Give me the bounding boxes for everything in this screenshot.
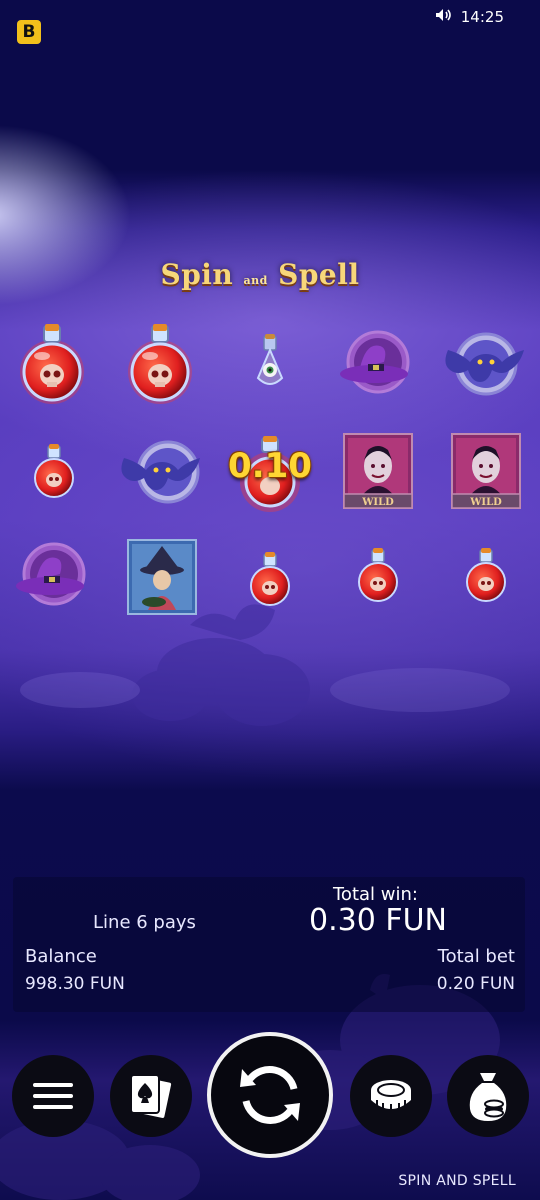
autoplay-bag-button[interactable] xyxy=(447,1055,529,1137)
coin-stack-icon xyxy=(371,1080,411,1110)
total-bet-label: Total bet xyxy=(437,946,515,967)
line-pays-text: Line 6 pays xyxy=(93,912,196,933)
total-bet-value: 0.20 FUN xyxy=(436,974,515,994)
total-win-value: 0.30 FUN xyxy=(309,903,447,938)
game-name-footer: SPIN AND SPELL xyxy=(398,1173,516,1189)
symbol-potion-red-skull-small xyxy=(222,530,318,626)
symbol-vampire-wild: WILD xyxy=(330,428,426,524)
menu-button[interactable] xyxy=(12,1055,94,1137)
logo-word-spell: Spell xyxy=(278,258,360,291)
logo-word-spin: Spin xyxy=(160,258,234,291)
symbol-bat xyxy=(438,320,534,416)
symbol-potion-red-skull xyxy=(6,320,102,416)
wild-label: WILD xyxy=(469,497,502,508)
symbol-bat xyxy=(114,428,210,524)
balance-label: Balance xyxy=(25,946,97,967)
symbol-witch-card xyxy=(114,530,210,626)
symbol-vampire-wild: WILD xyxy=(438,428,534,524)
symbol-potion-red-skull-small xyxy=(6,428,102,524)
bet-settings-button[interactable] xyxy=(350,1055,432,1137)
status-bar-right: 14:25 xyxy=(435,6,504,28)
symbol-potion-eyeball xyxy=(222,320,318,416)
paytable-button[interactable] xyxy=(110,1055,192,1137)
playing-cards-icon xyxy=(130,1074,174,1120)
menu-icon xyxy=(33,1083,73,1109)
symbol-potion-red-skull-small xyxy=(330,530,426,626)
spin-button[interactable] xyxy=(207,1032,333,1158)
logo-word-and: and xyxy=(243,274,268,287)
brand-logo-badge: B xyxy=(17,20,41,44)
balance-value: 998.30 FUN xyxy=(25,974,125,994)
game-logo: Spin and Spell xyxy=(150,258,370,291)
spin-arrows-icon xyxy=(240,1066,300,1124)
symbol-witch-hat xyxy=(330,320,426,416)
money-bag-icon xyxy=(469,1073,507,1121)
symbol-witch-hat xyxy=(6,530,102,626)
symbol-potion-red-skull-small xyxy=(438,530,534,626)
wild-label: WILD xyxy=(361,497,394,508)
volume-icon xyxy=(435,8,451,26)
winning-symbol-amount: 0.10 xyxy=(228,446,312,486)
total-win-label: Total win: xyxy=(333,884,418,905)
clock-time: 14:25 xyxy=(460,8,504,26)
symbol-potion-red-skull xyxy=(114,320,210,416)
